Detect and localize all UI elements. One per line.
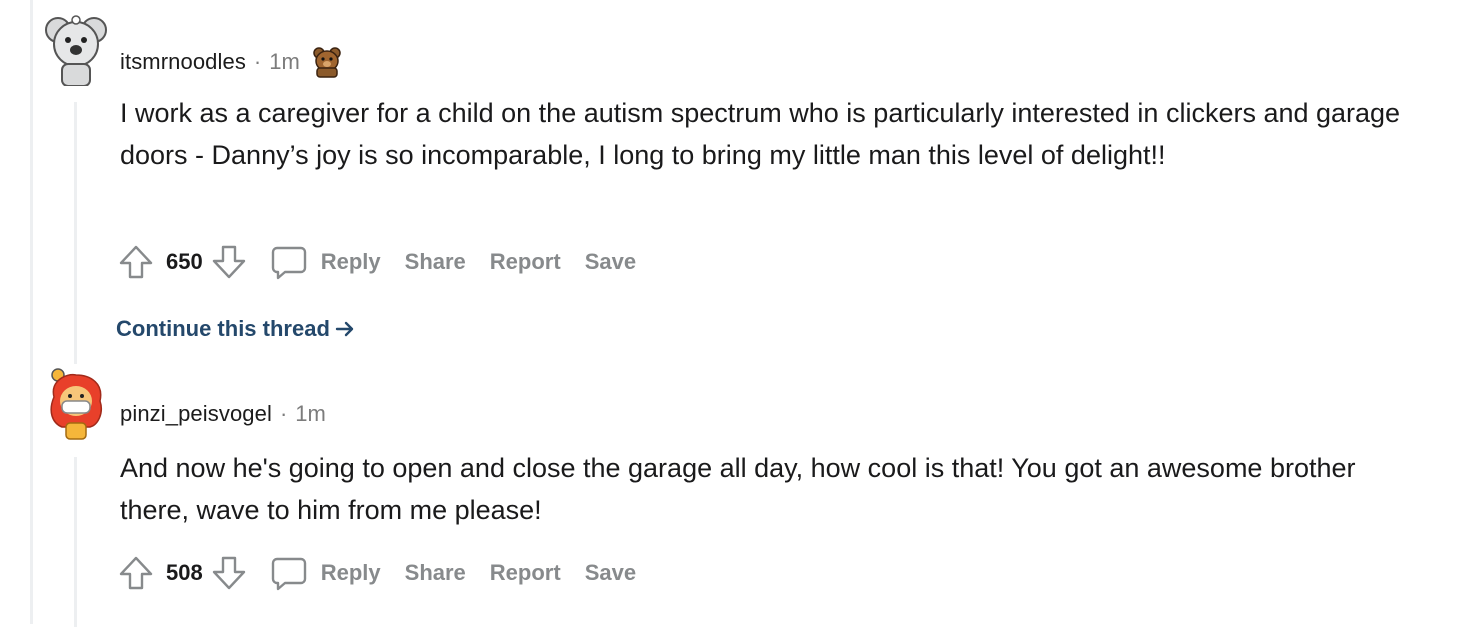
thread-collapse-rail[interactable] xyxy=(74,457,77,627)
comment-meta: itsmrnoodles · 1m xyxy=(120,46,342,78)
comment-bubble-icon xyxy=(271,557,306,591)
arrow-right-icon xyxy=(335,321,354,337)
meta-separator: · xyxy=(253,49,262,74)
bear-award-icon[interactable] xyxy=(312,46,342,78)
share-label: Share xyxy=(404,249,466,274)
continue-thread-label: Continue this thread xyxy=(116,316,330,341)
save-button[interactable]: Save xyxy=(585,249,636,275)
red-hair-mask-avatar-icon[interactable] xyxy=(44,365,108,441)
comment: pinzi_peisvogel · 1m And now he's going … xyxy=(44,365,1444,627)
reply-label: Reply xyxy=(320,249,381,274)
comment-meta: pinzi_peisvogel · 1m xyxy=(120,401,326,427)
save-label: Save xyxy=(584,560,637,585)
comment-body: I work as a caregiver for a child on the… xyxy=(120,98,1401,170)
save-label: Save xyxy=(584,249,637,274)
koala-avatar-icon[interactable] xyxy=(44,10,108,86)
reply-button[interactable]: Reply xyxy=(269,242,381,282)
report-button[interactable]: Report xyxy=(490,249,561,275)
share-button[interactable]: Share xyxy=(405,560,466,586)
comment-actions: 508 Reply Share Report Save xyxy=(116,553,636,593)
comment-bubble-icon xyxy=(271,246,306,280)
report-button[interactable]: Report xyxy=(490,560,561,586)
reply-label: Reply xyxy=(320,560,381,585)
report-label: Report xyxy=(489,560,561,585)
comment-body: And now he's going to open and close the… xyxy=(120,453,1356,525)
downvote-icon[interactable] xyxy=(209,553,249,593)
continue-thread-link[interactable]: Continue this thread xyxy=(116,316,356,342)
vote-score: 508 xyxy=(166,560,203,585)
timestamp[interactable]: 1m xyxy=(295,401,326,427)
comment: itsmrnoodles · 1m I work as a caregiver … xyxy=(44,10,1444,364)
thread-collapse-rail[interactable] xyxy=(74,102,77,364)
timestamp[interactable]: 1m xyxy=(269,49,300,75)
parent-thread-rail[interactable] xyxy=(30,0,33,624)
username[interactable]: itsmrnoodles xyxy=(120,49,246,75)
upvote-icon[interactable] xyxy=(116,242,156,282)
report-label: Report xyxy=(489,249,561,274)
downvote-icon[interactable] xyxy=(209,242,249,282)
username[interactable]: pinzi_peisvogel xyxy=(120,401,272,427)
share-label: Share xyxy=(404,560,466,585)
meta-separator: · xyxy=(279,401,288,426)
save-button[interactable]: Save xyxy=(585,560,636,586)
vote-score: 650 xyxy=(166,249,203,274)
reply-button[interactable]: Reply xyxy=(269,553,381,593)
upvote-icon[interactable] xyxy=(116,553,156,593)
comment-actions: 650 Reply Share Report Save xyxy=(116,242,636,282)
share-button[interactable]: Share xyxy=(405,249,466,275)
